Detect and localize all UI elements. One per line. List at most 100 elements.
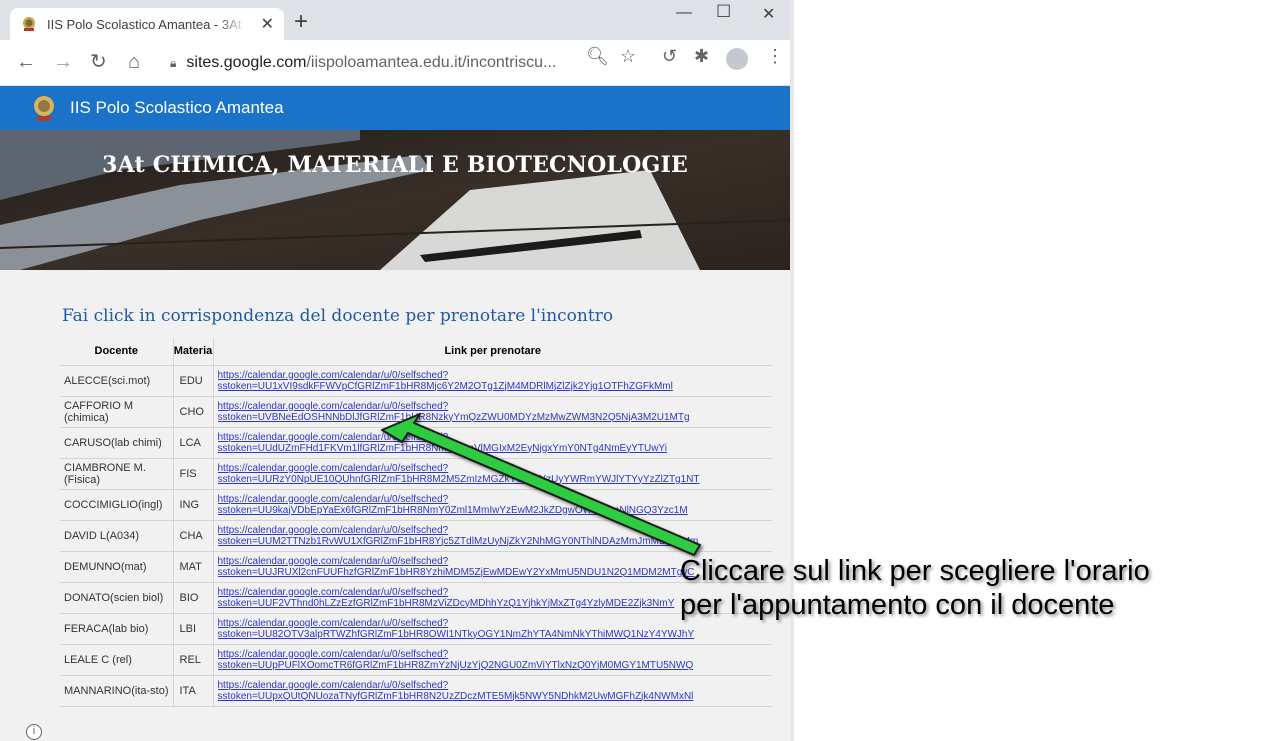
- cell-materia: MAT: [172, 550, 213, 583]
- browser-tab[interactable]: IIS Polo Scolastico Amantea - 3At ✕: [10, 8, 284, 40]
- history-icon[interactable]: ↺: [662, 46, 677, 67]
- info-icon[interactable]: i: [26, 724, 42, 740]
- callout-line-1: Cliccare sul link per scegliere l'orario: [680, 555, 1150, 587]
- tab-strip: IIS Polo Scolastico Amantea - 3At ✕ + — …: [0, 0, 790, 40]
- table-row: ALECCE(sci.mot) EDU https://calendar.goo…: [60, 364, 772, 397]
- browser-window: IIS Polo Scolastico Amantea - 3At ✕ + — …: [0, 0, 790, 741]
- cell-docente: ALECCE(sci.mot): [60, 364, 173, 397]
- cell-docente: DAVID L(A034): [60, 519, 173, 552]
- table-row: FERACA(lab bio) LBI https://calendar.goo…: [60, 612, 772, 645]
- banner-title: 3At CHIMICA, MATERIALI E BIOTECNOLOGIE: [102, 152, 688, 178]
- cell-materia: FIS: [172, 457, 213, 490]
- booking-link[interactable]: https://calendar.google.com/calendar/u/0…: [218, 525, 769, 536]
- maximize-icon[interactable]: ☐: [716, 2, 731, 22]
- cell-link: https://calendar.google.com/calendar/u/0…: [212, 364, 772, 397]
- cell-materia: EDU: [172, 364, 213, 397]
- callout-text: Cliccare sul link per scegliere l'orario…: [680, 554, 1150, 622]
- new-tab-icon[interactable]: +: [294, 10, 308, 34]
- header-link: Link per prenotare: [212, 338, 772, 366]
- callout-line-2: per l'appuntamento con il docente: [680, 589, 1115, 621]
- url-host: sites.google.com: [186, 54, 307, 71]
- booking-link[interactable]: https://calendar.google.com/calendar/u/0…: [218, 401, 769, 412]
- site-title[interactable]: IIS Polo Scolastico Amantea: [70, 98, 284, 118]
- url-path: /iispoloamantea.edu.it/incontriscu...: [306, 54, 557, 71]
- table-row: CAFFORIO M (chimica) CHO https://calenda…: [60, 395, 772, 428]
- booking-link-token[interactable]: sstoken=UU82OTV3alpRTWZhfGRlZmF1bHR8OWI1…: [218, 629, 769, 640]
- menu-icon[interactable]: ⋮: [766, 46, 784, 67]
- booking-link-token[interactable]: sstoken=UU1xVI9sdkFFWVpCfGRlZmF1bHR8Mjc6…: [218, 381, 769, 392]
- window-edge: [790, 0, 794, 741]
- booking-link[interactable]: https://calendar.google.com/calendar/u/0…: [218, 649, 769, 660]
- school-logo-icon[interactable]: [30, 94, 58, 122]
- close-tab-icon[interactable]: ✕: [261, 14, 274, 34]
- minimize-icon[interactable]: —: [676, 4, 692, 22]
- cell-docente: DONATO(scien biol): [60, 581, 173, 614]
- cell-materia: CHO: [172, 395, 213, 428]
- back-icon[interactable]: ←: [16, 50, 36, 74]
- teacher-table: Docente Materia Link per prenotare ALECC…: [60, 338, 772, 707]
- forward-icon[interactable]: →: [53, 50, 73, 74]
- cell-materia: LCA: [172, 426, 213, 459]
- cell-docente: CARUSO(lab chimi): [60, 426, 173, 459]
- url-text: sites.google.com/iispoloamantea.edu.it/i…: [186, 54, 576, 72]
- table-row: COCCIMIGLIO(ingl) ING https://calendar.g…: [60, 488, 772, 521]
- table-row: CARUSO(lab chimi) LCA https://calendar.g…: [60, 426, 772, 459]
- booking-link-token[interactable]: sstoken=UUpPUFlXOomcTR6fGRlZmF1bHR8ZmYzN…: [218, 660, 769, 671]
- address-bar[interactable]: 🔒︎ sites.google.com/iispoloamantea.edu.i…: [162, 47, 652, 79]
- table-header-row: Docente Materia Link per prenotare: [60, 338, 772, 366]
- tab-title: IIS Polo Scolastico Amantea - 3At: [47, 16, 242, 32]
- lock-icon: 🔒︎: [170, 55, 177, 70]
- table-row: DAVID L(A034) CHA https://calendar.googl…: [60, 519, 772, 552]
- page-content: Fai click in corrispondenza del docente …: [0, 270, 790, 741]
- booking-link-token[interactable]: sstoken=UUM2TTNzb1RvWU1XfGRlZmF1bHR8Yjc5…: [218, 536, 769, 547]
- booking-link[interactable]: https://calendar.google.com/calendar/u/0…: [218, 463, 769, 474]
- booking-link[interactable]: https://calendar.google.com/calendar/u/0…: [218, 370, 769, 381]
- booking-link-token[interactable]: sstoken=UUpxQUtQNUozaTNyfGRlZmF1bHR8N2Uz…: [218, 691, 769, 702]
- booking-link[interactable]: https://calendar.google.com/calendar/u/0…: [218, 494, 769, 505]
- banner-image: [0, 130, 790, 270]
- booking-link[interactable]: https://calendar.google.com/calendar/u/0…: [218, 680, 769, 691]
- zoom-icon[interactable]: 🔍︎: [586, 46, 609, 67]
- browser-toolbar: ← → ↻ ⌂ 🔒︎ sites.google.com/iispoloamant…: [0, 40, 790, 86]
- cell-link: https://calendar.google.com/calendar/u/0…: [212, 519, 772, 552]
- cell-materia: REL: [172, 643, 213, 676]
- cell-link: https://calendar.google.com/calendar/u/0…: [212, 457, 772, 490]
- cell-materia: ITA: [172, 674, 213, 707]
- cell-docente: CIAMBRONE M. (Fisica): [60, 457, 173, 490]
- booking-link-token[interactable]: sstoken=UVBNeEdOSHNNbDlJfGRlZmF1bHR8Nzky…: [218, 412, 769, 423]
- star-icon[interactable]: ☆: [620, 46, 636, 67]
- cell-materia: CHA: [172, 519, 213, 552]
- cell-docente: LEALE C (rel): [60, 643, 173, 676]
- booking-link-token[interactable]: sstoken=UU9kajVDbEpYaEx6fGRlZmF1bHR8NmY0…: [218, 505, 769, 516]
- cell-link: https://calendar.google.com/calendar/u/0…: [212, 426, 772, 459]
- booking-link-token[interactable]: sstoken=UURzY0NpUE10QUhnfGRlZmF1bHR8M2M5…: [218, 474, 769, 485]
- booking-link-token[interactable]: sstoken=UUdUZmFHd1FKVm1lfGRlZmF1bHR8NmE1…: [218, 443, 769, 454]
- home-icon[interactable]: ⌂: [128, 50, 140, 74]
- header-materia: Materia: [172, 338, 213, 366]
- banner: 3At CHIMICA, MATERIALI E BIOTECNOLOGIE: [0, 130, 790, 270]
- cell-link: https://calendar.google.com/calendar/u/0…: [212, 643, 772, 676]
- cell-docente: FERACA(lab bio): [60, 612, 173, 645]
- cell-materia: BIO: [172, 581, 213, 614]
- close-window-icon[interactable]: ✕: [762, 4, 775, 24]
- cell-docente: MANNARINO(ita-sto): [60, 674, 173, 707]
- cell-link: https://calendar.google.com/calendar/u/0…: [212, 674, 772, 707]
- instruction-heading: Fai click in corrispondenza del docente …: [62, 306, 614, 326]
- reload-icon[interactable]: ↻: [90, 50, 107, 74]
- table-row: DEMUNNO(mat) MAT https://calendar.google…: [60, 550, 772, 583]
- cell-link: https://calendar.google.com/calendar/u/0…: [212, 395, 772, 428]
- cell-materia: LBI: [172, 612, 213, 645]
- cell-link: https://calendar.google.com/calendar/u/0…: [212, 488, 772, 521]
- site-header: IIS Polo Scolastico Amantea: [0, 86, 790, 130]
- table-row: CIAMBRONE M. (Fisica) FIS https://calend…: [60, 457, 772, 490]
- cell-docente: CAFFORIO M (chimica): [60, 395, 173, 428]
- profile-icon[interactable]: [726, 48, 748, 70]
- site-favicon-icon: [23, 17, 35, 31]
- cell-docente: DEMUNNO(mat): [60, 550, 173, 583]
- table-row: MANNARINO(ita-sto) ITA https://calendar.…: [60, 674, 772, 707]
- extensions-icon[interactable]: ✱: [694, 46, 709, 67]
- booking-link[interactable]: https://calendar.google.com/calendar/u/0…: [218, 432, 769, 443]
- cell-materia: ING: [172, 488, 213, 521]
- table-row: LEALE C (rel) REL https://calendar.googl…: [60, 643, 772, 676]
- table-row: DONATO(scien biol) BIO https://calendar.…: [60, 581, 772, 614]
